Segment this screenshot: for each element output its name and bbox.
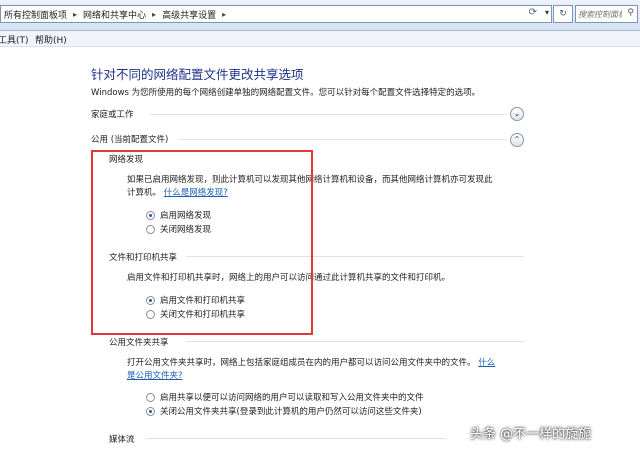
divider — [186, 256, 524, 257]
divider — [180, 139, 506, 140]
menu-help[interactable]: 帮助(H) — [35, 33, 67, 46]
breadcrumb-network-center[interactable]: 网络和共享中心 — [80, 8, 149, 21]
radio-label: 启用文件和打印机共享 — [160, 296, 246, 306]
divider — [146, 438, 446, 439]
breadcrumb-separator-icon[interactable]: ▸ — [149, 10, 159, 19]
search-input[interactable] — [576, 6, 624, 22]
breadcrumb-separator-icon[interactable]: ▸ — [70, 10, 80, 19]
chevron-down-icon[interactable]: ▾ — [545, 8, 549, 17]
search-icon[interactable]: ⚲ — [627, 8, 634, 18]
divider — [150, 114, 506, 115]
radio-network-discovery-on[interactable]: 启用网络发现 — [146, 209, 211, 221]
profile-home-work-label[interactable]: 家庭或工作 — [91, 108, 134, 120]
public-folder-text-span: 打开公用文件夹共享时，网络上包括家庭组成员在内的用户都可以访问公用文件夹中的文件… — [127, 358, 476, 368]
radio-label: 关闭文件和打印机共享 — [160, 310, 246, 320]
radio-file-printer-off[interactable]: 关闭文件和打印机共享 — [146, 308, 245, 320]
watermark: 头条 @不一样的旋旎 — [470, 427, 592, 442]
radio-button[interactable] — [146, 309, 155, 319]
collapse-public-button[interactable]: ⌃ — [510, 133, 524, 147]
chevron-down-icon: ⌄ — [513, 109, 521, 118]
radio-label: 启用网络发现 — [160, 211, 212, 221]
file-printer-text: 启用文件和打印机共享时，网络上的用户可以访问通过此计算机共享的文件和打印机。 — [127, 273, 451, 283]
radio-public-folder-on[interactable]: 启用共享以便可以访问网络的用户可以读取和写入公用文件夹中的文件 — [146, 391, 424, 403]
radio-button[interactable] — [146, 392, 155, 402]
network-discovery-text-line2-wrap: 计算机。 什么是网络发现? — [127, 187, 527, 200]
radio-button[interactable] — [146, 406, 155, 416]
radio-public-folder-off[interactable]: 关闭公用文件夹共享(登录到此计算机的用户仍然可以访问这些文件夹) — [146, 405, 422, 417]
public-folder-heading: 公用文件夹共享 — [109, 338, 169, 348]
network-discovery-heading: 网络发现 — [109, 155, 144, 165]
network-discovery-text-line2: 计算机。 — [127, 188, 162, 198]
page-description: Windows 为您所使用的每个网络创建单独的网络配置文件。您可以针对每个配置文… — [91, 88, 481, 98]
radio-button[interactable] — [146, 224, 155, 234]
radio-label: 关闭网络发现 — [160, 225, 212, 235]
public-folder-help-link-part1[interactable]: 什么 — [478, 358, 495, 368]
public-folder-text-line2: 是公用文件夹? — [127, 370, 547, 383]
network-discovery-help-link[interactable]: 什么是网络发现? — [164, 188, 228, 198]
radio-button[interactable] — [146, 295, 155, 305]
menu-bar: 工具(T) 帮助(H) — [0, 31, 640, 47]
radio-label: 启用共享以便可以访问网络的用户可以读取和写入公用文件夹中的文件 — [160, 393, 424, 403]
page-title: 针对不同的网络配置文件更改共享选项 — [91, 67, 304, 82]
network-discovery-text-line1: 如果已启用网络发现，则此计算机可以发现其他网络计算机和设备，而其他网络计算机亦可… — [127, 175, 493, 185]
file-printer-heading: 文件和打印机共享 — [109, 253, 178, 263]
public-folder-help-link-part2[interactable]: 是公用文件夹? — [127, 371, 183, 381]
radio-file-printer-on[interactable]: 启用文件和打印机共享 — [146, 294, 245, 306]
media-streaming-heading: 媒体流 — [109, 435, 135, 445]
public-folder-text: 打开公用文件夹共享时，网络上包括家庭组成员在内的用户都可以访问公用文件夹中的文件… — [127, 357, 547, 383]
breadcrumb-control-panel[interactable]: 所有控制面板项 — [1, 8, 70, 21]
public-folder-text-line1: 打开公用文件夹共享时，网络上包括家庭组成员在内的用户都可以访问公用文件夹中的文件… — [127, 357, 547, 370]
search-box[interactable]: ⚲ — [575, 5, 638, 23]
address-bar[interactable]: 所有控制面板项 ▸ 网络和共享中心 ▸ 高级共享设置 ▸ ⟳ ▾ — [0, 5, 552, 23]
breadcrumb-separator-icon[interactable]: ▸ — [219, 10, 229, 19]
radio-network-discovery-off[interactable]: 关闭网络发现 — [146, 223, 211, 235]
menu-tools[interactable]: 工具(T) — [0, 33, 29, 46]
refresh-button[interactable]: ↻ — [553, 5, 573, 23]
radio-button[interactable] — [146, 210, 155, 220]
expand-home-work-button[interactable]: ⌄ — [510, 107, 524, 121]
breadcrumb-advanced-sharing[interactable]: 高级共享设置 — [159, 8, 219, 21]
chevron-up-icon: ⌃ — [513, 135, 521, 144]
divider — [186, 341, 524, 342]
radio-label: 关闭公用文件夹共享(登录到此计算机的用户仍然可以访问这些文件夹) — [160, 407, 422, 417]
refresh-icon[interactable]: ⟳ — [529, 7, 537, 18]
network-discovery-text: 如果已启用网络发现，则此计算机可以发现其他网络计算机和设备，而其他网络计算机亦可… — [127, 174, 527, 200]
address-toolbar: 所有控制面板项 ▸ 网络和共享中心 ▸ 高级共享设置 ▸ ⟳ ▾ ↻ ⚲ — [0, 0, 640, 31]
profile-public-label[interactable]: 公用 (当前配置文件) — [91, 133, 168, 145]
